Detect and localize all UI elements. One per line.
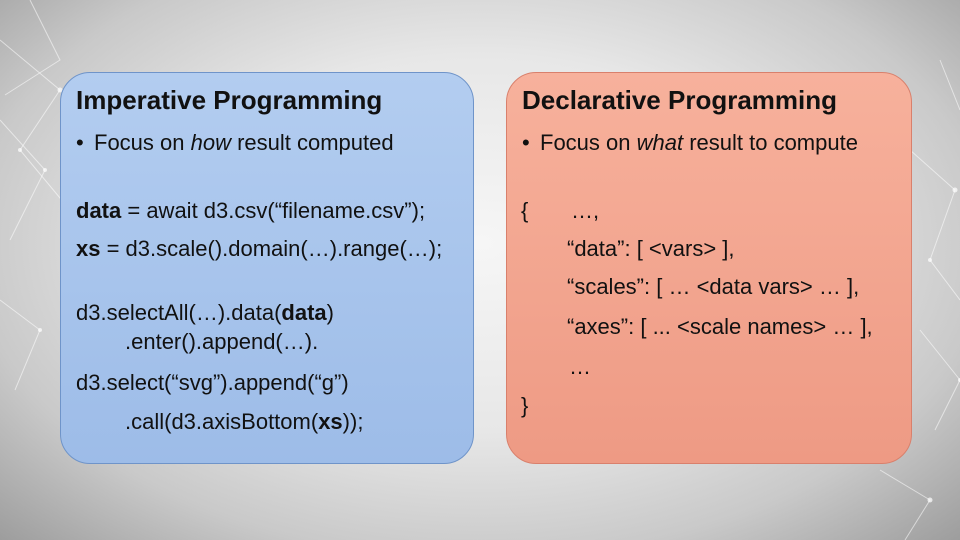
code-line-selectall: d3.selectAll(…).data(data)	[76, 300, 334, 326]
code-line-csv: data = await d3.csv(“filename.csv”);	[76, 198, 425, 224]
spec-line-ellipsis-top: …,	[571, 198, 600, 223]
bullet-text-prefix: Focus on	[94, 130, 191, 155]
code-text: ));	[342, 409, 364, 434]
spec-open-brace: {	[521, 198, 529, 223]
code-line-call-axis: .call(d3.axisBottom(xs));	[125, 409, 363, 435]
code-keyword: xs	[76, 236, 101, 261]
spec-close-brace: }	[521, 393, 529, 418]
code-text: )	[326, 300, 334, 325]
code-text: = await d3.csv(“filename.csv”);	[121, 198, 426, 223]
code-keyword: data	[76, 198, 122, 223]
declarative-title: Declarative Programming	[522, 85, 838, 115]
spec-line-scales: “scales”: [ … <data vars> … ],	[567, 274, 860, 299]
bullet-text-suffix: result to compute	[683, 130, 858, 155]
bullet-text-suffix: result computed	[230, 130, 394, 155]
imperative-panel: Imperative Programming • Focus on how res…	[60, 72, 474, 464]
declarative-bullet: • Focus on what result to compute	[522, 130, 858, 156]
spec-line-ellipsis-bottom: …	[569, 354, 591, 379]
code-text: = d3.scale().domain(…).range(…);	[100, 236, 443, 261]
code-line-scale: xs = d3.scale().domain(…).range(…);	[76, 236, 442, 262]
code-line-select-svg: d3.select(“svg”).append(“g”)	[76, 370, 349, 395]
bullet-text-prefix: Focus on	[540, 130, 637, 155]
bullet-dot: •	[522, 130, 530, 155]
code-line-enter: .enter().append(…).	[125, 329, 319, 354]
spec-line-axes: “axes”: [ ... <scale names> … ],	[567, 314, 873, 339]
declarative-panel: Declarative Programming • Focus on what r…	[506, 72, 912, 464]
bullet-emphasis: how	[190, 130, 231, 155]
code-keyword: data	[281, 300, 327, 325]
imperative-bullet: • Focus on how result computed	[76, 130, 394, 156]
bullet-emphasis: what	[636, 130, 684, 155]
imperative-title: Imperative Programming	[76, 85, 383, 115]
code-text: d3.selectAll(…).data(	[76, 300, 282, 325]
code-text: .call(d3.axisBottom(	[125, 409, 319, 434]
bullet-dot: •	[76, 130, 84, 155]
spec-line-data: “data”: [ <vars> ],	[567, 236, 735, 261]
code-keyword: xs	[318, 409, 343, 434]
